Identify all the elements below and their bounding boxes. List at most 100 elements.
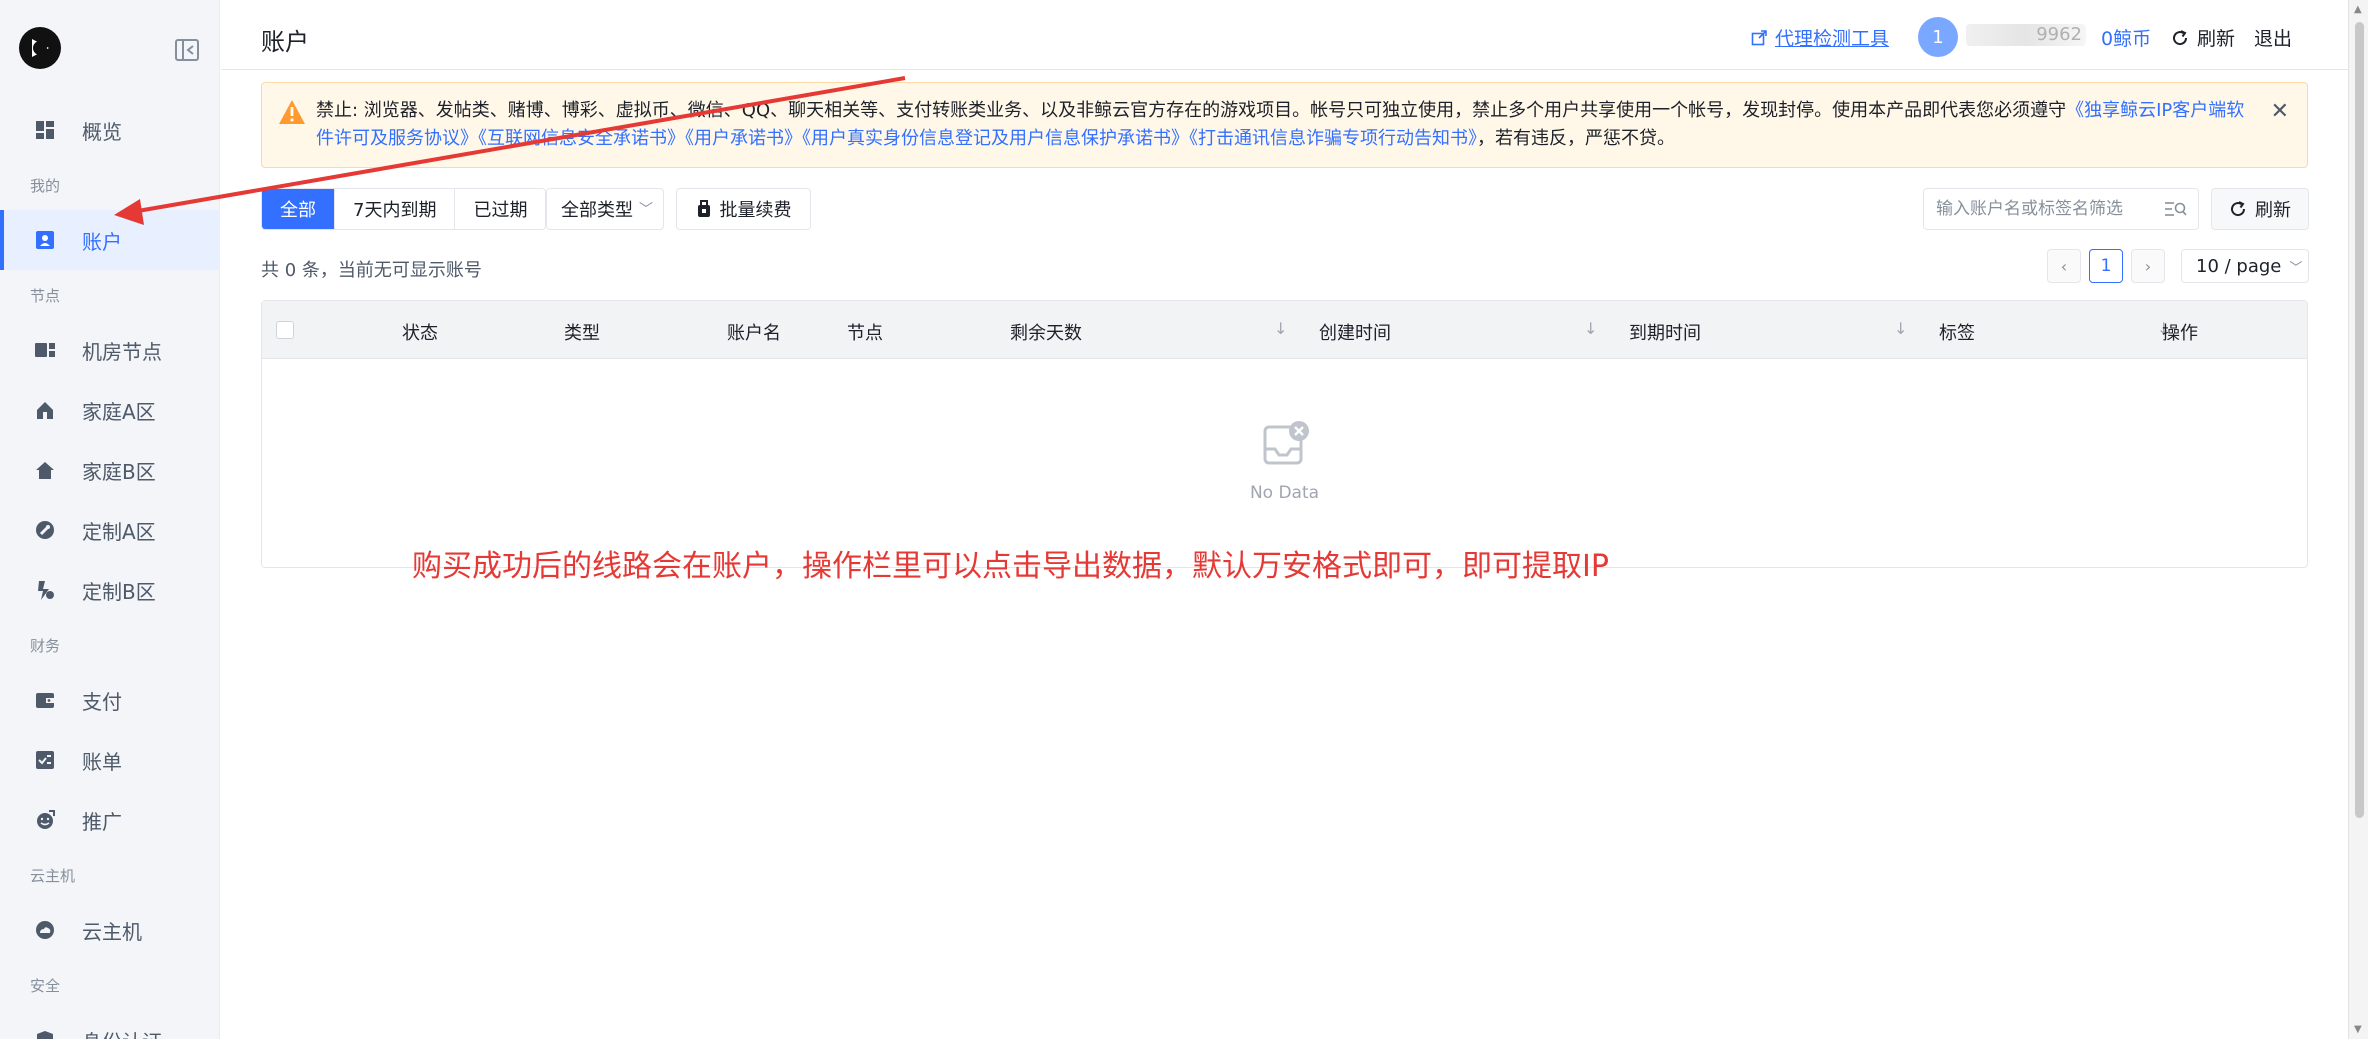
table-refresh-label: 刷新 <box>2255 200 2291 221</box>
nav-group-label: 安全 <box>30 976 61 995</box>
header-refresh-label: 刷新 <box>2197 28 2236 50</box>
notice-link-anti-fraud-notice[interactable]: 《打击通讯信息诈骗专项行动告知书》 <box>1189 128 1477 149</box>
column-header-expires-at[interactable]: 到期时间 <box>1629 319 1701 345</box>
cloud-icon <box>34 919 56 941</box>
sidebar-item-label: 概览 <box>82 119 122 144</box>
sidebar-item-custom-b[interactable]: 定制B区 <box>0 560 220 620</box>
column-header-days-left[interactable]: 剩余天数 <box>1010 319 1082 345</box>
hand-icon <box>34 579 56 601</box>
sidebar-item-label: 家庭B区 <box>82 459 156 484</box>
prev-page-button[interactable]: ‹ <box>2047 249 2081 283</box>
notice-link-user-pledge[interactable]: 《用户承诺书》 <box>685 128 802 149</box>
nav-group-label: 云主机 <box>30 866 76 885</box>
sidebar-item-label: 支付 <box>82 689 122 714</box>
sidebar-item-cloud-host[interactable]: 云主机 <box>0 900 220 960</box>
column-header-tags[interactable]: 标签 <box>1939 319 1975 345</box>
filter-search-icon[interactable] <box>2164 199 2188 219</box>
header-refresh-button[interactable]: 刷新 <box>2171 24 2235 51</box>
sidebar-item-overview[interactable]: 概览 <box>0 100 220 160</box>
tab-expired[interactable]: 已过期 <box>455 189 546 229</box>
sidebar-item-account[interactable]: 账户 <box>0 210 220 270</box>
notice-prefix: 禁止: 浏览器、发帖类、赌博、博彩、虚拟币、微信、QQ、聊天相关等、支付转账类业… <box>316 100 2067 121</box>
page-size-value: 10 / page <box>2196 255 2282 277</box>
avatar[interactable]: 1 <box>1918 17 1958 57</box>
sidebar-item-label: 定制A区 <box>82 519 156 544</box>
sidebar-item-label: 家庭A区 <box>82 399 156 424</box>
sidebar-item-bills[interactable]: 账单 <box>0 730 220 790</box>
table-header: 状态 类型 账户名 节点 剩余天数 ↓ 创建时间 ↓ 到期时间 ↓ 标签 ↓ 操… <box>262 301 2307 359</box>
next-page-button[interactable]: › <box>2131 249 2165 283</box>
column-header-created-at[interactable]: 创建时间 <box>1319 319 1391 345</box>
home-icon <box>34 399 56 421</box>
table-refresh-button[interactable]: 刷新 <box>2211 188 2309 230</box>
page-number-button[interactable]: 1 <box>2089 249 2123 283</box>
accounts-table: 状态 类型 账户名 节点 剩余天数 ↓ 创建时间 ↓ 到期时间 ↓ 标签 ↓ 操… <box>261 300 2308 568</box>
column-header-type: 类型 <box>564 323 600 344</box>
batch-renew-label: 批量续费 <box>719 200 792 221</box>
external-link-icon <box>1751 29 1767 45</box>
logout-button[interactable]: 退出 <box>2254 24 2292 51</box>
sidebar-item-home-b[interactable]: 家庭B区 <box>0 440 220 500</box>
tab-expiring-7-days[interactable]: 7天内到期 <box>335 189 456 229</box>
sidebar-item-label: 推广 <box>82 809 122 834</box>
logo-icon[interactable] <box>18 26 62 70</box>
notice-banner: 禁止: 浏览器、发帖类、赌博、博彩、虚拟币、微信、QQ、聊天相关等、支付转账类业… <box>261 82 2308 168</box>
search-box <box>1923 188 2199 230</box>
column-header-status: 状态 <box>402 323 438 344</box>
sidebar-item-home-a[interactable]: 家庭A区 <box>0 380 220 440</box>
close-icon[interactable]: ✕ <box>2271 99 2289 124</box>
notice-link-identity-pledge[interactable]: 《用户真实身份信息登记及用户信息保护承诺书》 <box>802 128 1189 149</box>
sidebar-item-label: 账单 <box>82 749 122 774</box>
sort-arrow-icon[interactable]: ↓ <box>1894 319 1907 338</box>
sort-arrow-icon[interactable]: ↓ <box>1584 319 1597 338</box>
sidebar-item-identity[interactable]: 身份认证 <box>0 1010 220 1039</box>
proxy-check-tool-label: 代理检测工具 <box>1775 28 1890 50</box>
sort-arrow-icon[interactable]: ↓ <box>1274 319 1287 338</box>
sidebar-item-label: 云主机 <box>82 919 142 944</box>
proxy-check-tool-link[interactable]: 代理检测工具 <box>1751 24 1889 51</box>
search-input[interactable] <box>1936 197 2156 221</box>
vertical-scrollbar[interactable]: ▲ ▼ <box>2348 0 2368 1039</box>
scroll-down-icon[interactable]: ▼ <box>2354 1024 2362 1035</box>
scrollbar-thumb[interactable] <box>2355 22 2364 818</box>
notice-link-security-pledge[interactable]: 《互联网信息安全承诺书》 <box>478 128 685 149</box>
batch-renew-button[interactable]: 批量续费 <box>676 188 811 230</box>
top-header: 账户 代理检测工具 1 9962 0鲸币 刷新 退出 <box>221 0 2348 70</box>
shield-icon <box>34 1029 56 1039</box>
bill-icon <box>34 749 56 771</box>
warning-icon <box>279 100 305 124</box>
sidebar-item-promotion[interactable]: 推广 <box>0 790 220 850</box>
account-icon <box>34 229 56 251</box>
promote-icon <box>34 809 56 831</box>
sidebar-item-payment[interactable]: 支付 <box>0 670 220 730</box>
nav-group-label: 财务 <box>30 636 61 655</box>
sidebar-item-label: 身份认证 <box>82 1026 162 1039</box>
masked-username: 9962 <box>1966 24 2086 46</box>
notice-text: 禁止: 浏览器、发帖类、赌博、博彩、虚拟币、微信、QQ、聊天相关等、支付转账类业… <box>316 97 2256 153</box>
page-title: 账户 <box>261 28 309 56</box>
sidebar-item-label: 定制B区 <box>82 579 156 604</box>
column-header-account-name: 账户名 <box>727 323 781 344</box>
scroll-up-icon[interactable]: ▲ <box>2354 4 2362 15</box>
collapse-sidebar-icon[interactable] <box>174 38 200 62</box>
notice-suffix: ，若有违反，严惩不贷。 <box>1477 128 1675 149</box>
select-all-checkbox[interactable] <box>276 321 294 339</box>
coin-balance[interactable]: 0鲸币 <box>2101 24 2151 51</box>
type-select[interactable]: 全部类型 ﹀ <box>546 188 664 230</box>
result-summary: 共 0 条，当前无可显示账号 <box>261 260 482 281</box>
tab-all[interactable]: 全部 <box>262 189 335 229</box>
home-icon <box>34 459 56 481</box>
sidebar: 概览 我的 账户 节点 机房节点 家庭A区 家庭B区 定制A区 定制B区 财务 … <box>0 0 220 1039</box>
page-size-select[interactable]: 10 / page ﹀ <box>2181 249 2309 283</box>
chevron-down-icon: ﹀ <box>639 202 653 218</box>
sidebar-item-datacenter-nodes[interactable]: 机房节点 <box>0 320 220 380</box>
empty-state-text: No Data <box>1249 483 1320 503</box>
sidebar-item-label: 账户 <box>82 229 122 254</box>
sidebar-item-custom-a[interactable]: 定制A区 <box>0 500 220 560</box>
refresh-icon <box>2173 29 2188 45</box>
sidebar-item-label: 机房节点 <box>82 339 162 364</box>
wrench-icon <box>34 519 56 541</box>
wallet-icon <box>34 689 56 711</box>
annotation-note: 购买成功后的线路会在账户，操作栏里可以点击导出数据，默认万安格式即可，即可提取I… <box>412 549 1609 584</box>
dashboard-icon <box>34 119 56 141</box>
